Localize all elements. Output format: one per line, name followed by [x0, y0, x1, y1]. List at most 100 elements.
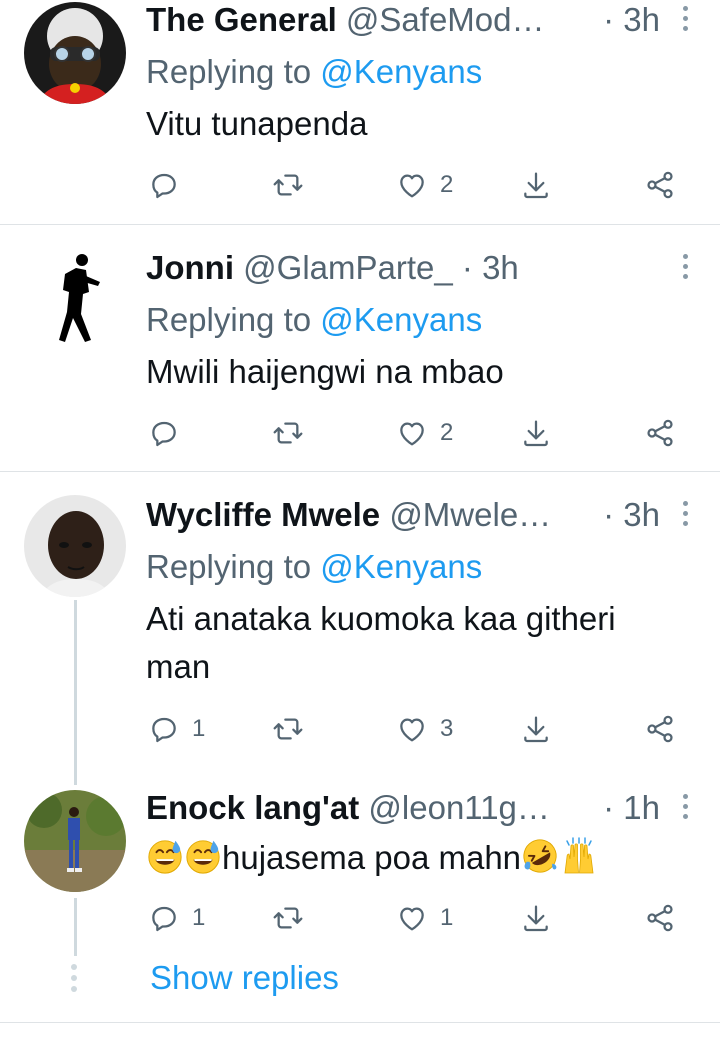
share-icon	[644, 169, 676, 201]
user-handle[interactable]: @Mwele…	[389, 496, 551, 533]
mention-link[interactable]: @Kenyans	[320, 301, 482, 338]
mention-link[interactable]: @Kenyans	[320, 548, 482, 585]
retweet-icon	[272, 713, 304, 745]
retweet-button[interactable]	[272, 165, 304, 205]
like-count: 1	[440, 904, 454, 931]
action-bar: 2	[146, 165, 686, 205]
reply-icon	[148, 169, 180, 201]
thread-dots	[71, 964, 77, 997]
retweet-button[interactable]	[272, 709, 304, 749]
sweat-smile-emoji	[184, 837, 222, 875]
tweet-text: Vitu tunapenda	[146, 105, 368, 142]
share-button[interactable]	[644, 709, 676, 749]
like-icon	[396, 713, 428, 745]
tweet[interactable]: Jonni @GlamParte_ · 3h Replying to @Keny…	[0, 248, 720, 470]
replying-to: Replying to @Kenyans	[146, 300, 482, 340]
like-icon	[396, 169, 428, 201]
display-name[interactable]: Wycliffe Mwele	[146, 496, 380, 533]
like-icon	[396, 417, 428, 449]
rofl-emoji	[521, 837, 559, 875]
action-bar: 1 3	[146, 709, 686, 749]
retweet-button[interactable]	[272, 898, 304, 938]
like-button[interactable]: 2	[396, 413, 453, 453]
tweet-text: Mwili haijengwi na mbao	[146, 353, 504, 390]
avatar[interactable]	[24, 790, 126, 892]
share-button[interactable]	[644, 165, 676, 205]
reply-button[interactable]: 1	[148, 898, 205, 938]
like-count: 3	[440, 715, 454, 742]
download-icon	[520, 713, 552, 745]
replying-label: Replying to	[146, 301, 312, 338]
like-button[interactable]: 2	[396, 165, 453, 205]
reply-icon	[148, 713, 180, 745]
download-icon	[520, 902, 552, 934]
share-icon	[644, 713, 676, 745]
action-bar: 2	[146, 413, 686, 453]
display-name[interactable]: Enock lang'at	[146, 789, 359, 826]
divider	[0, 1022, 720, 1023]
replying-to: Replying to @Kenyans	[146, 52, 482, 92]
show-replies-link[interactable]: Show replies	[150, 958, 339, 998]
reply-button[interactable]	[148, 413, 180, 453]
tweet-header: Wycliffe Mwele @Mwele…	[146, 495, 551, 535]
download-icon	[520, 417, 552, 449]
replying-label: Replying to	[146, 548, 312, 585]
tweet[interactable]: Enock lang'at @leon11g… · 1h hujasema po…	[0, 788, 720, 948]
share-button[interactable]	[644, 898, 676, 938]
reply-button[interactable]: 1	[148, 709, 205, 749]
like-icon	[396, 902, 428, 934]
reply-button[interactable]	[148, 165, 180, 205]
more-icon[interactable]	[682, 6, 690, 36]
timestamp[interactable]: · 3h	[603, 0, 660, 40]
avatar[interactable]	[24, 495, 126, 597]
share-icon	[644, 417, 676, 449]
display-name[interactable]: Jonni	[146, 249, 234, 286]
user-handle[interactable]: @GlamParte_	[243, 249, 453, 286]
avatar[interactable]	[24, 2, 126, 104]
download-button[interactable]	[520, 413, 552, 453]
raised-hands-emoji	[559, 835, 599, 875]
display-name[interactable]: The General	[146, 1, 337, 38]
sweat-smile-emoji	[146, 837, 184, 875]
action-bar: 1 1	[146, 898, 686, 938]
like-button[interactable]: 3	[396, 709, 453, 749]
mention-link[interactable]: @Kenyans	[320, 53, 482, 90]
tweet-text: hujasema poa mahn	[146, 834, 691, 882]
reply-count: 1	[192, 904, 206, 931]
user-handle[interactable]: @SafeMod…	[346, 1, 545, 38]
timestamp[interactable]: · 3h	[462, 249, 519, 286]
avatar[interactable]	[24, 248, 126, 350]
download-button[interactable]	[520, 898, 552, 938]
tweet-text: Ati anataka kuomoka kaa githeri man	[146, 595, 691, 691]
tweet[interactable]: Wycliffe Mwele @Mwele… · 3h Replying to …	[0, 495, 720, 775]
download-button[interactable]	[520, 709, 552, 749]
replying-to: Replying to @Kenyans	[146, 547, 482, 587]
more-icon[interactable]	[682, 794, 690, 824]
user-handle[interactable]: @leon11g…	[368, 789, 550, 826]
download-icon	[520, 169, 552, 201]
timestamp[interactable]: · 1h	[603, 788, 660, 828]
timestamp[interactable]: · 3h	[603, 495, 660, 535]
tweet-header: Jonni @GlamParte_ · 3h	[146, 248, 519, 288]
more-icon[interactable]	[682, 501, 690, 531]
like-count: 2	[440, 419, 454, 446]
retweet-button[interactable]	[272, 413, 304, 453]
like-count: 2	[440, 171, 454, 198]
share-icon	[644, 902, 676, 934]
share-button[interactable]	[644, 413, 676, 453]
retweet-icon	[272, 169, 304, 201]
tweet-text-line: Ati anataka kuomoka kaa githeri	[146, 600, 616, 637]
tweet-header: The General @SafeMod…	[146, 0, 545, 40]
retweet-icon	[272, 902, 304, 934]
replying-label: Replying to	[146, 53, 312, 90]
tweet[interactable]: The General @SafeMod… · 3h Replying to @…	[0, 0, 720, 224]
tweet-text-content: hujasema poa mahn	[222, 839, 522, 876]
reply-count: 1	[192, 715, 206, 742]
like-button[interactable]: 1	[396, 898, 453, 938]
tweet-text-line: man	[146, 648, 211, 685]
reply-icon	[148, 417, 180, 449]
download-button[interactable]	[520, 165, 552, 205]
divider	[0, 471, 720, 472]
more-icon[interactable]	[682, 254, 690, 284]
retweet-icon	[272, 417, 304, 449]
